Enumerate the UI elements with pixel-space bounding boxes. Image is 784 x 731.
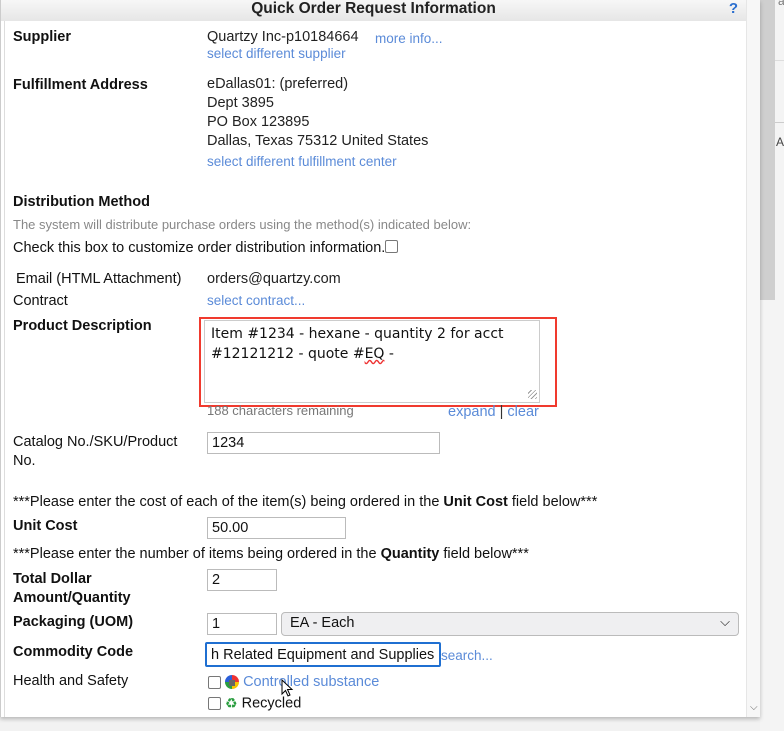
- recycled-checkbox[interactable]: [208, 697, 221, 710]
- contract-label: Contract: [13, 293, 68, 309]
- product-description-label: Product Description: [13, 318, 152, 334]
- resize-grip-icon[interactable]: [528, 390, 537, 399]
- customize-distribution-row: Check this box to customize order distri…: [13, 240, 399, 256]
- help-icon[interactable]: ?: [729, 0, 738, 17]
- note-text: field below***: [507, 494, 598, 510]
- note-text: field below***: [439, 546, 529, 562]
- distribution-method-type: Email (HTML Attachment): [16, 271, 182, 287]
- note-text: ***Please enter the number of items bein…: [13, 546, 381, 562]
- unit-cost-input[interactable]: [207, 517, 346, 539]
- quantity-input[interactable]: [207, 569, 277, 591]
- expand-link[interactable]: expand: [448, 404, 496, 420]
- separator: |: [499, 404, 504, 420]
- clear-link[interactable]: clear: [507, 404, 538, 420]
- select-contract-link[interactable]: select contract...: [207, 293, 305, 308]
- quick-order-dialog: Quick Order Request Information ? ⌵ Supp…: [0, 0, 760, 717]
- commodity-code-input[interactable]: [205, 642, 441, 667]
- dialog-title: Quick Order Request Information: [251, 0, 496, 17]
- more-info-link[interactable]: more info...: [375, 31, 443, 46]
- address-line: eDallas01: (preferred): [207, 76, 349, 92]
- background-partial-text: ar: [778, 0, 784, 8]
- description-text: -: [384, 346, 394, 362]
- quantity-note: ***Please enter the number of items bein…: [13, 546, 529, 562]
- distribution-note: The system will distribute purchase orde…: [13, 217, 472, 232]
- supplier-label: Supplier: [13, 29, 72, 45]
- unit-cost-note: ***Please enter the cost of each of the …: [13, 494, 597, 510]
- uom-selected-value: EA - Each: [290, 615, 355, 631]
- background-divider: [775, 122, 784, 123]
- address-line: Dept 3895: [207, 95, 274, 111]
- controlled-substance-link[interactable]: Controlled substance: [243, 674, 379, 690]
- distribution-email: orders@quartzy.com: [207, 271, 341, 287]
- packaging-quantity-input[interactable]: [207, 613, 277, 635]
- commodity-search-link[interactable]: search...: [441, 648, 493, 663]
- distribution-method-label: Distribution Method: [13, 194, 150, 210]
- background-partial-text: Ac: [776, 135, 784, 149]
- background-divider: [775, 60, 784, 61]
- address-line: PO Box 123895: [207, 114, 310, 130]
- product-description-highlight: Item #1234 - hexane - quantity 2 for acc…: [199, 317, 557, 407]
- supplier-value: Quartzy Inc-p10184664: [207, 29, 359, 45]
- select-different-fulfillment-link[interactable]: select different fulfillment center: [207, 154, 397, 169]
- product-description-textarea[interactable]: Item #1234 - hexane - quantity 2 for acc…: [204, 320, 540, 403]
- background-window: ar Ac: [760, 0, 784, 731]
- select-different-supplier-link[interactable]: select different supplier: [207, 46, 346, 61]
- fulfillment-address: eDallas01: (preferred) Dept 3895 PO Box …: [207, 75, 428, 151]
- description-text: Item #1234 - hexane - quantity 2 for acc…: [211, 326, 504, 362]
- scroll-down-arrow-icon[interactable]: ⌵: [750, 702, 758, 713]
- dialog-titlebar: Quick Order Request Information ?: [1, 0, 746, 21]
- packaging-label: Packaging (UOM): [13, 614, 134, 630]
- note-bold: Quantity: [380, 546, 440, 562]
- chevron-down-icon: ⌵: [720, 614, 730, 629]
- mouse-pointer-icon: [281, 678, 295, 703]
- address-line: Dallas, Texas 75312 United States: [207, 133, 429, 149]
- customize-distribution-label: Check this box to customize order distri…: [13, 240, 386, 256]
- controlled-substance-icon: [225, 675, 240, 690]
- characters-remaining: 188 characters remaining: [207, 403, 354, 418]
- uom-select[interactable]: EA - Each ⌵: [281, 612, 739, 636]
- dialog-scrollbar[interactable]: ⌵: [746, 0, 760, 717]
- note-text: ***Please enter the cost of each of the …: [13, 494, 444, 510]
- customize-distribution-checkbox[interactable]: [385, 240, 399, 254]
- health-safety-label: Health and Safety: [13, 673, 129, 689]
- fulfillment-address-label: Fulfillment Address: [13, 77, 148, 93]
- recycle-icon: ♻: [225, 695, 238, 711]
- background-scrollbar-thumb: [760, 0, 775, 300]
- controlled-substance-checkbox[interactable]: [208, 675, 221, 689]
- catalog-label: Catalog No./SKU/Product No.: [13, 434, 178, 469]
- note-bold: Unit Cost: [443, 494, 508, 510]
- unit-cost-label: Unit Cost: [13, 518, 78, 534]
- description-actions: expand | clear: [448, 404, 539, 420]
- quantity-label: Total Dollar Amount/Quantity: [13, 571, 131, 606]
- catalog-input[interactable]: [207, 432, 440, 454]
- misspelled-word: EQ: [364, 346, 385, 362]
- commodity-code-label: Commodity Code: [13, 644, 134, 660]
